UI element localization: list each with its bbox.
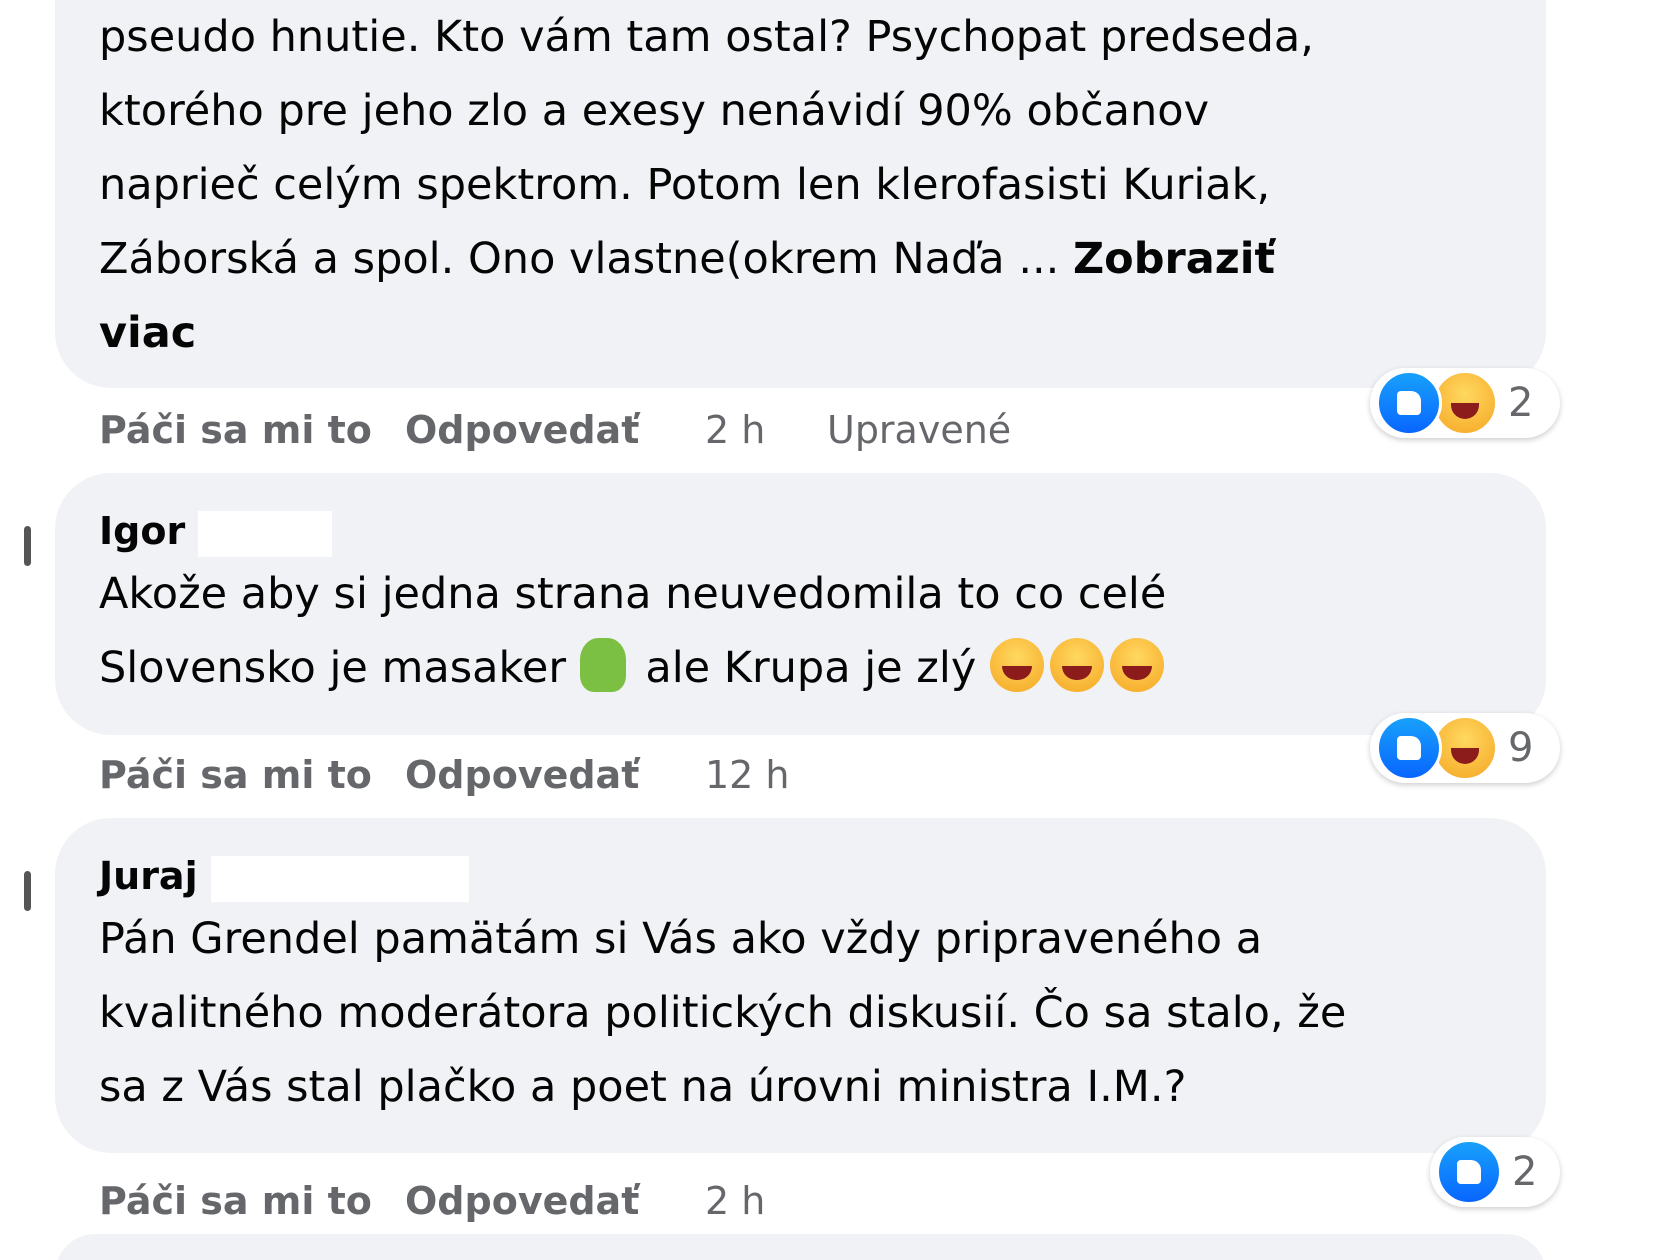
see-more-link-tail[interactable]: viac xyxy=(99,296,1506,370)
edited-label: Upravené xyxy=(827,408,1012,452)
like-button[interactable]: Páči sa mi to xyxy=(99,752,405,798)
comment-actions: Páči sa mi to Odpovedať 2 h xyxy=(99,1178,827,1224)
see-more-link[interactable]: Zobraziť xyxy=(1073,234,1275,284)
comment-bubble: pseudo hnutie. Kto vám tam ostal? Psycho… xyxy=(55,0,1546,388)
redaction-box xyxy=(198,510,333,557)
reaction-count: 2 xyxy=(1508,380,1534,426)
like-button[interactable]: Páči sa mi to xyxy=(99,1178,405,1224)
reply-button[interactable]: Odpovedať xyxy=(405,752,705,798)
reaction-count: 2 xyxy=(1512,1149,1538,1195)
laughing-emoji-icon xyxy=(1109,637,1164,692)
comment-text-line: Slovensko je masaker ale Krupa je zlý xyxy=(99,631,1506,705)
avatar[interactable] xyxy=(24,871,31,911)
comment-actions: Páči sa mi to Odpovedať 12 h xyxy=(99,752,827,798)
like-icon xyxy=(1376,370,1442,436)
reaction-count: 9 xyxy=(1508,725,1534,771)
timestamp[interactable]: 2 h xyxy=(705,1178,827,1224)
like-icon xyxy=(1436,1139,1502,1205)
comment-text-line: Akože aby si jedna strana neuvedomila to… xyxy=(99,568,1167,619)
author-name[interactable]: Igor xyxy=(99,509,185,553)
like-icon xyxy=(1376,715,1442,781)
comment-text-line: ktorého pre jeho zlo a exesy nenávidí 90… xyxy=(99,86,1210,136)
reaction-summary[interactable]: 9 xyxy=(1370,713,1560,783)
comment-text-line: Záborská a spol. Ono vlastne(okrem Naďa … xyxy=(99,222,1506,296)
comment-author[interactable]: Juraj xyxy=(99,852,1506,902)
comment-bubble xyxy=(55,1234,1546,1260)
author-name[interactable]: Juraj xyxy=(99,854,198,898)
comment-bubble: Juraj Pán Grendel pamätám si Vás ako vžd… xyxy=(55,818,1546,1153)
redaction-box xyxy=(210,855,469,902)
comment-text-line: sa z Vás stal plačko a poet na úrovni mi… xyxy=(99,1061,1187,1112)
laughing-emoji-icon xyxy=(1049,637,1104,692)
reply-button[interactable]: Odpovedať xyxy=(405,1178,705,1224)
reply-button[interactable]: Odpovedať xyxy=(405,407,705,453)
like-button[interactable]: Páči sa mi to xyxy=(99,407,405,453)
comment-text-line: kvalitného moderátora politických diskus… xyxy=(99,987,1347,1038)
timestamp[interactable]: 2 h xyxy=(705,407,827,453)
comment-text-line: naprieč celým spektrom. Potom len klerof… xyxy=(99,160,1271,210)
comment-text-segment: ale Krupa je zlý xyxy=(645,642,977,693)
comment-text-line: Pán Grendel pamätám si Vás ako vždy prip… xyxy=(99,913,1263,964)
comment-text: Akože aby si jedna strana neuvedomila to… xyxy=(99,557,1506,705)
facepalm-emoji-icon xyxy=(579,637,626,692)
comment-text-segment: Záborská a spol. Ono vlastne(okrem Naďa … xyxy=(99,234,1073,284)
timestamp[interactable]: 12 h xyxy=(705,752,827,798)
comment-bubble: Igor Akože aby si jedna strana neuvedomi… xyxy=(55,473,1546,735)
avatar[interactable] xyxy=(24,526,31,566)
comment-text-line: pseudo hnutie. Kto vám tam ostal? Psycho… xyxy=(99,12,1314,62)
comment-text-segment: Slovensko je masaker xyxy=(99,642,567,693)
comment-text: pseudo hnutie. Kto vám tam ostal? Psycho… xyxy=(99,0,1506,370)
comment-text: Pán Grendel pamätám si Vás ako vždy prip… xyxy=(99,902,1506,1124)
reaction-summary[interactable]: 2 xyxy=(1370,368,1560,438)
comment-actions: Páči sa mi to Odpovedať 2 h Upravené xyxy=(99,407,1011,453)
laughing-emoji-icon xyxy=(989,637,1044,692)
reaction-summary[interactable]: 2 xyxy=(1430,1137,1560,1207)
comment-author[interactable]: Igor xyxy=(99,507,1506,557)
comment-thread: pseudo hnutie. Kto vám tam ostal? Psycho… xyxy=(0,0,1680,1260)
